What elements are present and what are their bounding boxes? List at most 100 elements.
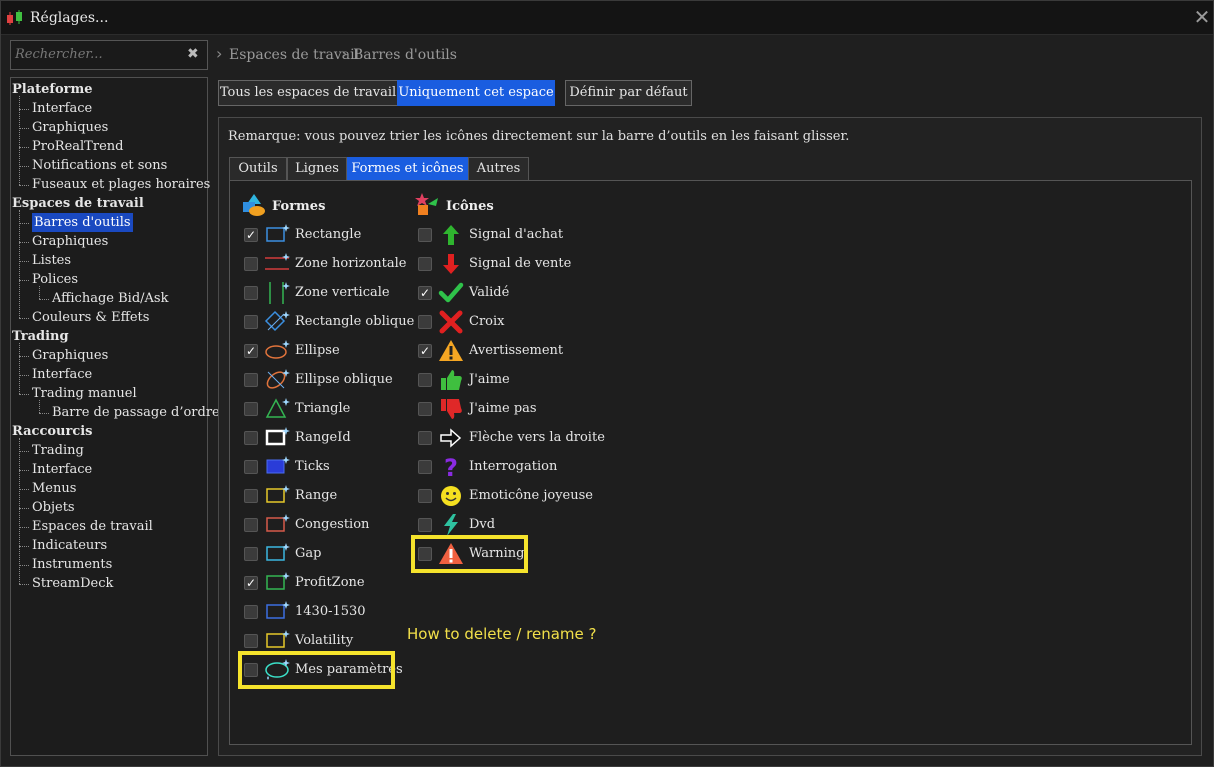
checkbox-checked[interactable]: ✓ — [244, 344, 258, 358]
tree-category[interactable]: Trading — [12, 327, 69, 346]
checkbox[interactable] — [418, 373, 432, 387]
shape-option-row[interactable]: Triangle — [244, 397, 424, 421]
tree-item[interactable]: Graphiques — [32, 346, 108, 365]
shape-option-row[interactable]: ✓ Rectangle — [244, 223, 424, 247]
checkbox[interactable] — [244, 460, 258, 474]
tab-autres[interactable]: Autres — [468, 157, 529, 181]
thumbs-down-icon — [438, 397, 464, 421]
checkbox[interactable] — [244, 489, 258, 503]
all-workspaces-button[interactable]: Tous les espaces de travail — [218, 80, 398, 106]
shape-option-row[interactable]: Gap — [244, 542, 424, 566]
icon-option-row[interactable]: Croix — [418, 310, 598, 334]
checkbox[interactable] — [244, 373, 258, 387]
checkbox[interactable] — [244, 402, 258, 416]
checkbox-checked[interactable]: ✓ — [244, 576, 258, 590]
icon-option-row[interactable]: J'aime pas — [418, 397, 598, 421]
tree-connector — [19, 546, 29, 547]
shape-option-row[interactable]: Range — [244, 484, 424, 508]
tree-item[interactable]: Barres d'outils — [32, 213, 133, 232]
tree-item[interactable]: Interface — [32, 365, 92, 384]
checkbox[interactable] — [244, 315, 258, 329]
tree-item[interactable]: Graphiques — [32, 232, 108, 251]
this-workspace-button[interactable]: Uniquement cet espace — [397, 80, 555, 106]
settings-tree: Plateforme Interface Graphiques ProRealTren… — [10, 77, 226, 756]
checkbox[interactable] — [244, 257, 258, 271]
shape-option-row[interactable]: Zone horizontale — [244, 252, 424, 276]
tree-item[interactable]: Trading manuel — [32, 384, 137, 403]
icon-option-row[interactable]: Signal de vente — [418, 252, 598, 276]
checkbox[interactable] — [418, 228, 432, 242]
checkbox[interactable] — [244, 286, 258, 300]
icon-option-row[interactable]: Flèche vers la droite — [418, 426, 605, 450]
tree-item[interactable]: Notifications et sons — [32, 156, 167, 175]
tab-outils[interactable]: Outils — [229, 157, 287, 181]
tree-item[interactable]: StreamDeck — [32, 574, 113, 593]
shape-option-label: Zone horizontale — [295, 256, 407, 271]
checkbox[interactable] — [244, 547, 258, 561]
checkbox[interactable] — [418, 402, 432, 416]
icon-option-row[interactable]: Signal d'achat — [418, 223, 598, 247]
shape-option-row[interactable]: Zone verticale — [244, 281, 424, 305]
checkbox[interactable] — [244, 431, 258, 445]
gap-icon — [264, 542, 290, 566]
icon-option-row[interactable]: Emoticône joyeuse — [418, 484, 598, 508]
breadcrumb-item-workspaces[interactable]: Espaces de travail — [229, 47, 359, 63]
tree-item[interactable]: Graphiques — [32, 118, 108, 137]
checkmark-icon — [438, 281, 464, 305]
icon-option-row[interactable]: Dvd — [418, 513, 598, 537]
shape-option-row[interactable]: ✓ ProfitZone — [244, 571, 424, 595]
tree-connector — [19, 185, 29, 186]
checkbox-checked[interactable]: ✓ — [244, 228, 258, 242]
checkbox[interactable] — [418, 489, 432, 503]
shape-option-row[interactable]: Ticks — [244, 455, 424, 479]
tree-item[interactable]: Indicateurs — [32, 536, 107, 555]
tree-item[interactable]: Instruments — [32, 555, 112, 574]
tree-item[interactable]: Affichage Bid/Ask — [52, 289, 168, 308]
tree-connector — [19, 280, 29, 281]
checkbox[interactable] — [418, 315, 432, 329]
checkbox[interactable] — [418, 518, 432, 532]
shape-option-row[interactable]: Rectangle oblique — [244, 310, 424, 334]
icon-option-row[interactable]: ✓ Avertissement — [418, 339, 598, 363]
checkbox-checked[interactable]: ✓ — [418, 286, 432, 300]
tree-category[interactable]: Raccourcis — [12, 422, 93, 441]
icon-option-row[interactable]: ? Interrogation — [418, 454, 598, 482]
shape-option-row[interactable]: 1430-1530 — [244, 600, 424, 624]
shape-option-row[interactable]: RangeId — [244, 426, 424, 450]
tree-item[interactable]: Barre de passage d’ordres — [52, 403, 226, 422]
shape-option-row[interactable]: Volatility — [244, 629, 424, 653]
tree-category[interactable]: Plateforme — [12, 80, 93, 99]
checkbox[interactable] — [418, 431, 432, 445]
clear-search-icon[interactable]: ✖ — [187, 46, 199, 62]
cross-icon — [438, 310, 464, 334]
icon-option-row[interactable]: ✓ Validé — [418, 281, 598, 305]
tab-lignes[interactable]: Lignes — [287, 157, 347, 181]
tab-formes-et-icones[interactable]: Formes et icônes — [347, 157, 468, 181]
tree-item[interactable]: Interface — [32, 460, 92, 479]
icon-option-row[interactable]: J'aime — [418, 368, 598, 392]
tree-item[interactable]: Listes — [32, 251, 71, 270]
set-default-button[interactable]: Définir par défaut — [565, 80, 692, 106]
tree-item[interactable]: Objets — [32, 498, 75, 517]
tree-item[interactable]: Fuseaux et plages horaires — [32, 175, 210, 194]
checkbox[interactable] — [244, 605, 258, 619]
shape-option-row[interactable]: ✓ Ellipse — [244, 339, 424, 363]
checkbox-checked[interactable]: ✓ — [418, 344, 432, 358]
breadcrumb-item-toolbars[interactable]: Barres d'outils — [353, 47, 457, 63]
shape-option-row[interactable]: Congestion — [244, 513, 424, 537]
tree-item[interactable]: Menus — [32, 479, 76, 498]
tree-item[interactable]: Couleurs & Effets — [32, 308, 149, 327]
tree-item[interactable]: ProRealTrend — [32, 137, 123, 156]
shape-option-row[interactable]: Ellipse oblique — [244, 368, 424, 392]
checkbox[interactable] — [244, 634, 258, 648]
search-input[interactable]: Rechercher... — [10, 40, 208, 70]
checkbox[interactable] — [418, 257, 432, 271]
tree-item[interactable]: Interface — [32, 99, 92, 118]
checkbox[interactable] — [244, 518, 258, 532]
tree-category[interactable]: Espaces de travail — [12, 194, 144, 213]
close-icon[interactable]: ✕ — [1191, 5, 1213, 29]
checkbox[interactable] — [418, 460, 432, 474]
shapes-heading: Formes — [272, 199, 326, 214]
tree-item[interactable]: Espaces de travail — [32, 517, 153, 536]
tree-item[interactable]: Trading — [32, 441, 84, 460]
